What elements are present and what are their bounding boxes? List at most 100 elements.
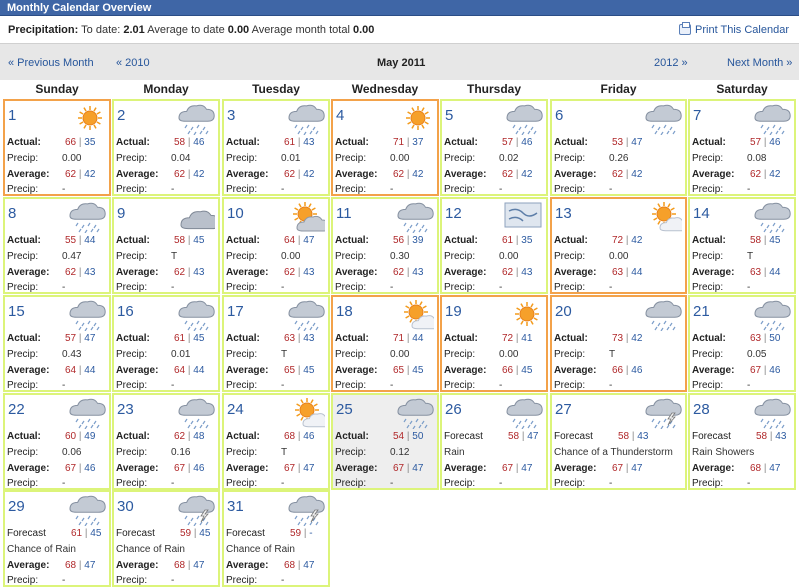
day-cell[interactable]: 29 Forecast 61 | 45 Chance of Rain Average: 6… — [3, 490, 111, 587]
actual-temps: 57 | 46 — [502, 135, 532, 150]
day-cell[interactable]: 31 Forecast 59 | - Chance of Rain Average: 68… — [222, 490, 330, 587]
average-temps: 64 | 44 — [174, 363, 204, 378]
forecast-temps-low: 43 — [637, 431, 649, 442]
average-temps: 67 | 46 — [65, 461, 95, 476]
average-label: Average: — [444, 169, 487, 180]
average-temps-low: 43 — [303, 267, 315, 278]
day-cell[interactable]: 22 Actual: 60 | 49 Precip: 0.06 Average: 67 | … — [3, 393, 111, 490]
precip-label: Precipitation: — [8, 24, 79, 36]
day-cell[interactable]: 4 Actual: 71 | 37 Precip: 0.00 Average: 62 | 4… — [331, 99, 439, 196]
actual-temps: 62 | 48 — [174, 429, 204, 444]
day-cell[interactable]: 13 Actual: 72 | 42 Precip: 0.00 Average: 63 | … — [550, 197, 690, 294]
day-cell[interactable]: 23 Actual: 62 | 48 Precip: 0.16 Average: 67 | … — [112, 393, 220, 490]
previous-month-link[interactable]: « Previous Month — [8, 57, 94, 69]
next-year-link[interactable]: 2012 » — [654, 57, 688, 69]
previous-year-link[interactable]: « 2010 — [116, 57, 150, 69]
day-cell[interactable]: 3 Actual: 61 | 43 Precip: 0.01 Average: 62 | 4… — [222, 99, 330, 196]
precip-row: Precip: 0.00 — [226, 249, 326, 264]
precip-row: Precip: - — [226, 476, 326, 491]
day-cell[interactable]: 15 Actual: 57 | 47 Precip: 0.43 Average: 64 | … — [3, 295, 111, 392]
average-temps-high: 62 — [502, 169, 514, 180]
rain-icon — [751, 201, 791, 234]
precip-label: Precip: — [226, 447, 258, 458]
day-cell[interactable]: 18 Actual: 71 | 44 Precip: 0.00 Average: 65 | … — [331, 295, 442, 392]
precip-label: Precip: — [335, 349, 367, 360]
precip-label: Precip: — [335, 153, 367, 164]
actual-temps-high: 73 — [612, 333, 624, 344]
average-row: Average: 62 | 42 — [335, 167, 435, 182]
average-row: Average: 62 | 43 — [335, 265, 435, 280]
day-number: 30 — [117, 498, 134, 515]
day-cell[interactable]: 8 Actual: 55 | 44 Precip: 0.47 Average: 62 | 4… — [3, 197, 111, 294]
average-row: Average: 62 | 43 — [7, 265, 107, 280]
average-temps-high: 67 — [502, 463, 514, 474]
day-cell[interactable]: 10 Actual: 64 | 47 Precip: 0.00 Average: 62 | … — [222, 197, 330, 294]
day-cell[interactable]: 11 Actual: 56 | 39 Precip: 0.30 Average: 62 | … — [331, 197, 439, 294]
precip-label: Precip: — [335, 447, 367, 458]
actual-temps: 57 | 46 — [750, 135, 780, 150]
day-cell[interactable]: 5 Actual: 57 | 46 Precip: 0.02 Average: 62 | 4… — [440, 99, 548, 196]
average-temps-high: 62 — [612, 169, 624, 180]
average-temps: 66 | 46 — [612, 363, 642, 378]
day-cell[interactable]: 2 Actual: 58 | 46 Precip: 0.04 Average: 62 | 4… — [112, 99, 220, 196]
day-cell[interactable]: 26 Forecast 58 | 47 Rain Average: 67 | 47 Prec… — [440, 393, 548, 490]
average-label: Average: — [7, 463, 50, 474]
precip-value: - — [281, 380, 285, 391]
average-temps: 67 | 47 — [393, 461, 423, 476]
average-temps-high: 62 — [174, 169, 186, 180]
actual-row: Actual: 73 | 42 — [554, 331, 683, 346]
average-label: Average: — [444, 365, 487, 376]
precip-row: Precip: 0.00 — [444, 249, 544, 264]
day-cell[interactable]: 19 Actual: 72 | 41 Precip: 0.00 Average: 66 | … — [440, 295, 548, 392]
actual-row: Actual: 62 | 48 — [116, 429, 216, 444]
average-temps: 62 | 42 — [284, 167, 314, 182]
actual-row: Actual: 57 | 46 — [692, 135, 792, 150]
day-cell[interactable]: 27 Forecast 58 | 43 Chance of a Thunderstor… — [550, 393, 687, 490]
actual-label: Actual: — [692, 333, 726, 344]
average-row: Average: 62 | 42 — [692, 167, 792, 182]
average-row: Average: 68 | 47 — [226, 558, 326, 573]
day-cell[interactable]: 16 Actual: 61 | 45 Precip: 0.01 Average: 64 | … — [112, 295, 220, 392]
day-cell[interactable]: 7 Actual: 57 | 46 Precip: 0.08 Average: 62 | 4… — [688, 99, 796, 196]
next-month-link[interactable]: Next Month » — [727, 57, 792, 69]
day-cell[interactable]: 30 Forecast 59 | 45 Chance of Rain Average: 6… — [112, 490, 220, 587]
average-temps: 67 | 47 — [284, 461, 314, 476]
precip-value: 0.02 — [499, 153, 519, 164]
precip-row: Precip: - — [226, 573, 326, 588]
precip-row: Precip: - — [7, 378, 107, 393]
average-temps-low: 44 — [769, 267, 781, 278]
day-cell[interactable]: 21 Actual: 63 | 50 Precip: 0.05 Average: 67 | … — [688, 295, 796, 392]
day-cell[interactable]: 14 Actual: 58 | 45 Precip: T Average: 63 | 44 P… — [688, 197, 796, 294]
precip-value: T — [747, 251, 754, 262]
average-row: Average: 67 | 47 — [335, 461, 435, 476]
average-temps: 68 | 47 — [284, 558, 314, 573]
average-temps-low: 47 — [521, 463, 533, 474]
day-number: 25 — [336, 401, 353, 418]
day-cell[interactable]: 24 Actual: 68 | 46 Precip: T Average: 67 | 47 P… — [222, 393, 333, 491]
actual-temps: 71 | 37 — [393, 135, 423, 150]
precip-row: Precip: - — [692, 378, 792, 393]
precip-to-date-value: 2.01 — [123, 24, 145, 36]
day-cell[interactable]: 17 Actual: 63 | 43 Precip: T Average: 65 | 45 P… — [222, 295, 330, 392]
precip-label: Precip: — [226, 282, 258, 293]
actual-row: Actual: 58 | 46 — [116, 135, 216, 150]
day-cell[interactable]: 9 Actual: 58 | 45 Precip: T Average: 62 | 43 Pr… — [112, 197, 220, 294]
average-temps-low: 47 — [303, 463, 315, 474]
precip-value: - — [609, 380, 613, 391]
day-cell[interactable]: 1 Actual: 66 | 35 Precip: 0.00 Average: 62 | 4… — [3, 99, 111, 196]
forecast-temps: 58 | 43 — [756, 429, 786, 444]
precip-row: Precip: - — [692, 476, 792, 491]
average-temps-low: 45 — [521, 365, 533, 376]
precip-row: Precip: - — [7, 573, 107, 588]
print-calendar-link[interactable]: Print This Calendar — [679, 16, 789, 44]
actual-temps: 72 | 42 — [612, 233, 642, 248]
day-cell[interactable]: 28 Forecast 58 | 43 Rain Showers Average: 68 … — [688, 393, 796, 490]
actual-temps: 63 | 50 — [750, 331, 780, 346]
day-cell[interactable]: 25 Actual: 54 | 50 Precip: 0.12 Average: 67 | … — [331, 393, 439, 490]
average-temps: 67 | 46 — [174, 461, 204, 476]
day-cell[interactable]: 20 Actual: 73 | 42 Precip: T Average: 66 | 46 P… — [550, 295, 687, 392]
day-cell[interactable]: 12 Actual: 61 | 35 Precip: 0.00 Average: 62 |… — [440, 197, 548, 294]
average-row: Average: 62 | 42 — [226, 167, 326, 182]
day-cell[interactable]: 6 Actual: 53 | 47 Precip: 0.26 Average: 62 | 4… — [550, 99, 687, 196]
day-number: 28 — [693, 401, 710, 418]
